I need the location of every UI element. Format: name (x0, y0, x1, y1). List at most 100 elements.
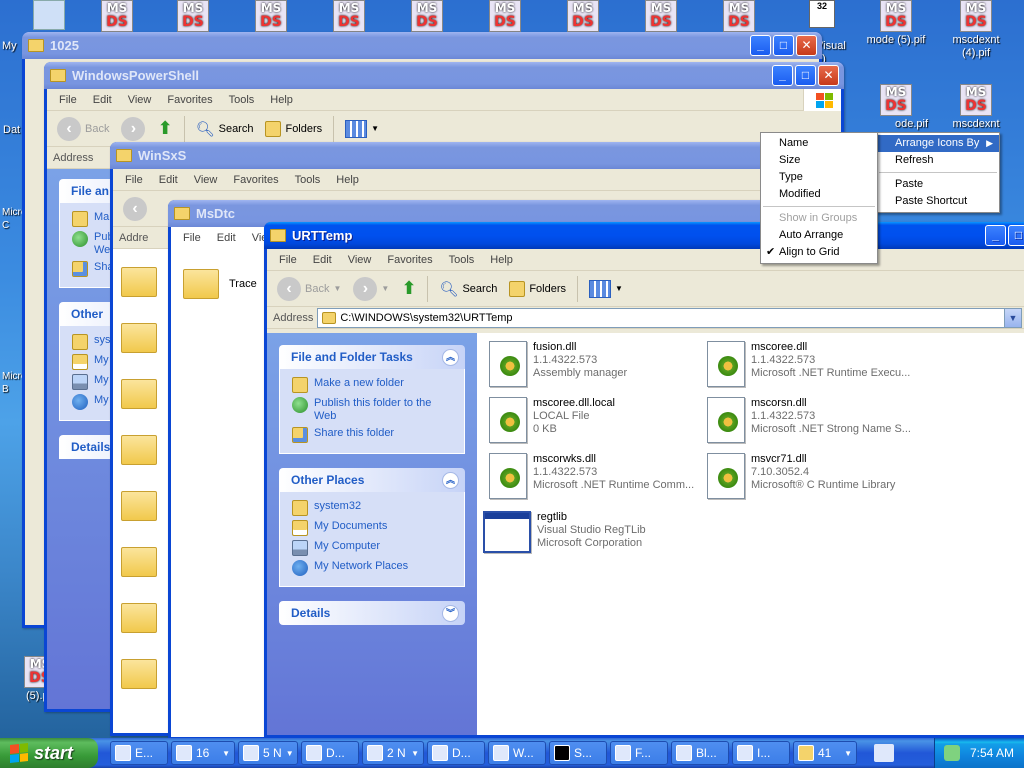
menu-sort-size[interactable]: Size (761, 152, 877, 169)
place-my-documents[interactable]: My Documents (292, 518, 452, 538)
file-item[interactable]: mscoree.dll.local LOCAL File 0 KB (489, 397, 615, 443)
file-tasks-header[interactable]: File and Folder Tasks ︽ (279, 345, 465, 369)
menu-help[interactable]: Help (482, 254, 521, 266)
details-header[interactable]: Details ︾ (279, 601, 465, 625)
desktop-icon-ode[interactable]: MS DS ode.pif (860, 84, 932, 131)
menu-paste-shortcut[interactable]: Paste Shortcut (877, 193, 999, 210)
menu-tools[interactable]: Tools (287, 174, 329, 186)
collapse-chevron-icon[interactable]: ︽ (442, 471, 459, 489)
desktop-icon-ms-7[interactable]: MS DS (548, 0, 618, 32)
collapse-chevron-icon[interactable]: ︽ (442, 348, 459, 366)
menu-file[interactable]: File (175, 232, 209, 244)
taskbar-button[interactable]: S... (549, 741, 607, 765)
desktop-icon-ms-2[interactable]: MS DS (158, 0, 228, 32)
menu-file[interactable]: File (117, 174, 151, 186)
search-button[interactable]: 🔍︎ Search (192, 118, 258, 140)
menu-file[interactable]: File (51, 94, 85, 106)
place-my-computer[interactable]: My Computer (292, 538, 452, 558)
window-urttemp[interactable]: URTTemp _ □ File Edit View Favorites Too… (264, 222, 1024, 738)
folders-button[interactable]: Folders (261, 119, 326, 139)
back-button[interactable]: ‹ (119, 195, 151, 223)
desktop-icon-ms-8[interactable]: MS DS (626, 0, 696, 32)
place-system32[interactable]: system32 (292, 498, 452, 518)
desktop-icon-mscdexnt[interactable]: MS DS mscdexnt (940, 84, 1012, 131)
menu-paste[interactable]: Paste (877, 176, 999, 193)
maximize-button[interactable]: □ (773, 35, 794, 56)
folders-button[interactable]: Folders (505, 279, 570, 299)
menu-edit[interactable]: Edit (85, 94, 120, 106)
views-button[interactable]: ▼ (341, 118, 383, 140)
menu-help[interactable]: Help (262, 94, 301, 106)
folder-icon[interactable] (121, 659, 157, 689)
taskbar-button[interactable]: W... (488, 741, 546, 765)
titlebar[interactable]: WinSxS (110, 142, 870, 169)
taskbar-group-button[interactable]: 5 N ▼ (238, 741, 298, 765)
desktop-icon-ms-4[interactable]: MS DS (314, 0, 384, 32)
desktop-icon-ms-1[interactable]: MS DS (82, 0, 152, 32)
close-button[interactable]: ✕ (818, 65, 839, 86)
forward-button[interactable]: › ▼ (349, 275, 393, 303)
titlebar[interactable]: WindowsPowerShell _ □ ✕ (44, 62, 844, 89)
task-publish-web[interactable]: Publish this folder to the Web (292, 395, 452, 425)
menu-favorites[interactable]: Favorites (225, 174, 286, 186)
titlebar[interactable]: URTTemp _ □ (264, 222, 1024, 249)
desktop-icon-ms-3[interactable]: MS DS (236, 0, 306, 32)
clock[interactable]: 7:54 AM (970, 746, 1014, 760)
task-share-folder[interactable]: Share this folder (292, 425, 452, 445)
folder-icon[interactable] (121, 267, 157, 297)
minimize-button[interactable]: _ (985, 225, 1006, 246)
keyboard-icon[interactable] (874, 744, 894, 762)
menu-arrange-icons-by[interactable]: Arrange Icons By ▶ (877, 135, 999, 152)
minimize-button[interactable]: _ (772, 65, 793, 86)
taskbar-group-button[interactable]: 2 N ▼ (362, 741, 424, 765)
start-button[interactable]: start (0, 738, 98, 768)
menu-view[interactable]: View (340, 254, 380, 266)
taskbar-group-button[interactable]: 41 ▼ (793, 741, 857, 765)
menu-help[interactable]: Help (328, 174, 367, 186)
taskbar-button[interactable]: Bl... (671, 741, 729, 765)
place-my-network[interactable]: My Network Places (292, 558, 452, 578)
desktop-icon-ms-6[interactable]: MS DS (470, 0, 540, 32)
search-button[interactable]: 🔍︎ Search (435, 278, 501, 300)
taskbar-button[interactable]: D... (427, 741, 485, 765)
menu-auto-arrange[interactable]: Auto Arrange (761, 227, 877, 244)
menu-sort-type[interactable]: Type (761, 169, 877, 186)
expand-chevron-icon[interactable]: ︾ (442, 604, 459, 622)
up-button[interactable]: ⬆ (397, 276, 420, 301)
address-dropdown-button[interactable]: ▼ (1004, 308, 1021, 327)
titlebar[interactable]: 1025 _ □ ✕ (22, 32, 822, 59)
menu-edit[interactable]: Edit (209, 232, 244, 244)
desktop-icon-label[interactable]: Dat (3, 124, 20, 137)
menu-edit[interactable]: Edit (151, 174, 186, 186)
network-tray-icon[interactable] (943, 745, 960, 761)
folder-icon[interactable] (121, 603, 157, 633)
views-button[interactable]: ▼ (585, 278, 627, 300)
desktop-icon-ms-5[interactable]: MS DS (392, 0, 462, 32)
close-button[interactable]: ✕ (796, 35, 817, 56)
menu-view[interactable]: View (120, 94, 160, 106)
folder-icon[interactable] (121, 547, 157, 577)
file-item[interactable]: fusion.dll 1.1.4322.573 Assembly manager (489, 341, 627, 387)
folder-icon[interactable] (121, 491, 157, 521)
menu-view[interactable]: View (186, 174, 226, 186)
up-button[interactable]: ⬆ (153, 116, 176, 141)
folder-item[interactable]: Trace (171, 249, 257, 299)
maximize-button[interactable]: □ (1008, 225, 1024, 246)
file-item[interactable]: mscorsn.dll 1.1.4322.573 Microsoft .NET St… (707, 397, 911, 443)
back-button[interactable]: ‹ Back (53, 115, 113, 143)
desktop-icon-mscdexnt4[interactable]: MS DS mscdexnt (4).pif (940, 0, 1012, 60)
desktop-icon-mode5[interactable]: MS DS mode (5).pif (860, 0, 932, 47)
menu-sort-name[interactable]: Name (761, 135, 877, 152)
file-item[interactable]: mscorwks.dll 1.1.4322.573 Microsoft .NET R… (489, 453, 694, 499)
file-item[interactable]: regtlib Visual Studio RegTLib Microsoft Co… (483, 511, 646, 553)
task-make-new-folder[interactable]: Make a new folder (292, 375, 452, 395)
address-field[interactable]: C:\WINDOWS\system32\URTTemp ▼ (317, 307, 1022, 328)
back-button[interactable]: ‹ Back ▼ (273, 275, 345, 303)
taskbar-button[interactable]: F... (610, 741, 668, 765)
menu-refresh[interactable]: Refresh (877, 152, 999, 169)
desktop-icon-my[interactable]: My (2, 0, 84, 52)
folder-icon[interactable] (121, 435, 157, 465)
folder-icon[interactable] (121, 379, 157, 409)
menu-favorites[interactable]: Favorites (159, 94, 220, 106)
folder-icon[interactable] (121, 323, 157, 353)
